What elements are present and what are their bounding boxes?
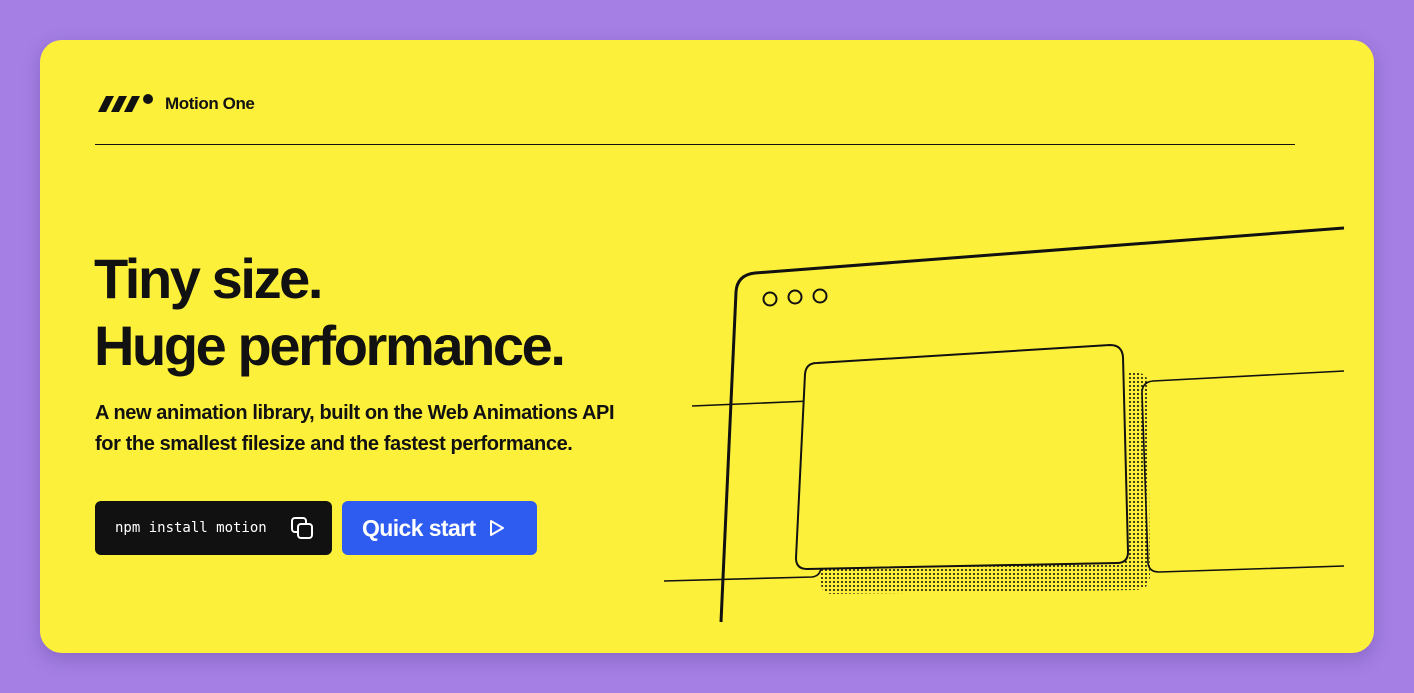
- npm-install-copy-button[interactable]: npm install motion: [95, 501, 332, 555]
- play-icon: [489, 520, 504, 536]
- npm-install-command: npm install motion: [115, 520, 267, 536]
- subtitle-line-2: for the smallest filesize and the fastes…: [95, 433, 573, 455]
- hero-subtitle: A new animation library, built on the We…: [95, 398, 705, 460]
- subtitle-line-1: A new animation library, built on the We…: [95, 402, 615, 424]
- headline-line-1: Tiny size.: [94, 247, 323, 310]
- quick-start-label: Quick start: [362, 514, 476, 541]
- motion-one-logo-icon: [98, 94, 153, 112]
- quick-start-button[interactable]: Quick start: [342, 501, 537, 555]
- headline-line-2: Huge performance.: [94, 314, 566, 377]
- hero-card: Motion One Tiny size. Huge performance. …: [40, 40, 1374, 653]
- hero-headline: Tiny size. Huge performance.: [94, 245, 566, 379]
- brand[interactable]: Motion One: [96, 92, 255, 116]
- brand-name: Motion One: [165, 94, 255, 113]
- header-divider: [95, 144, 1295, 145]
- copy-icon: [291, 517, 313, 539]
